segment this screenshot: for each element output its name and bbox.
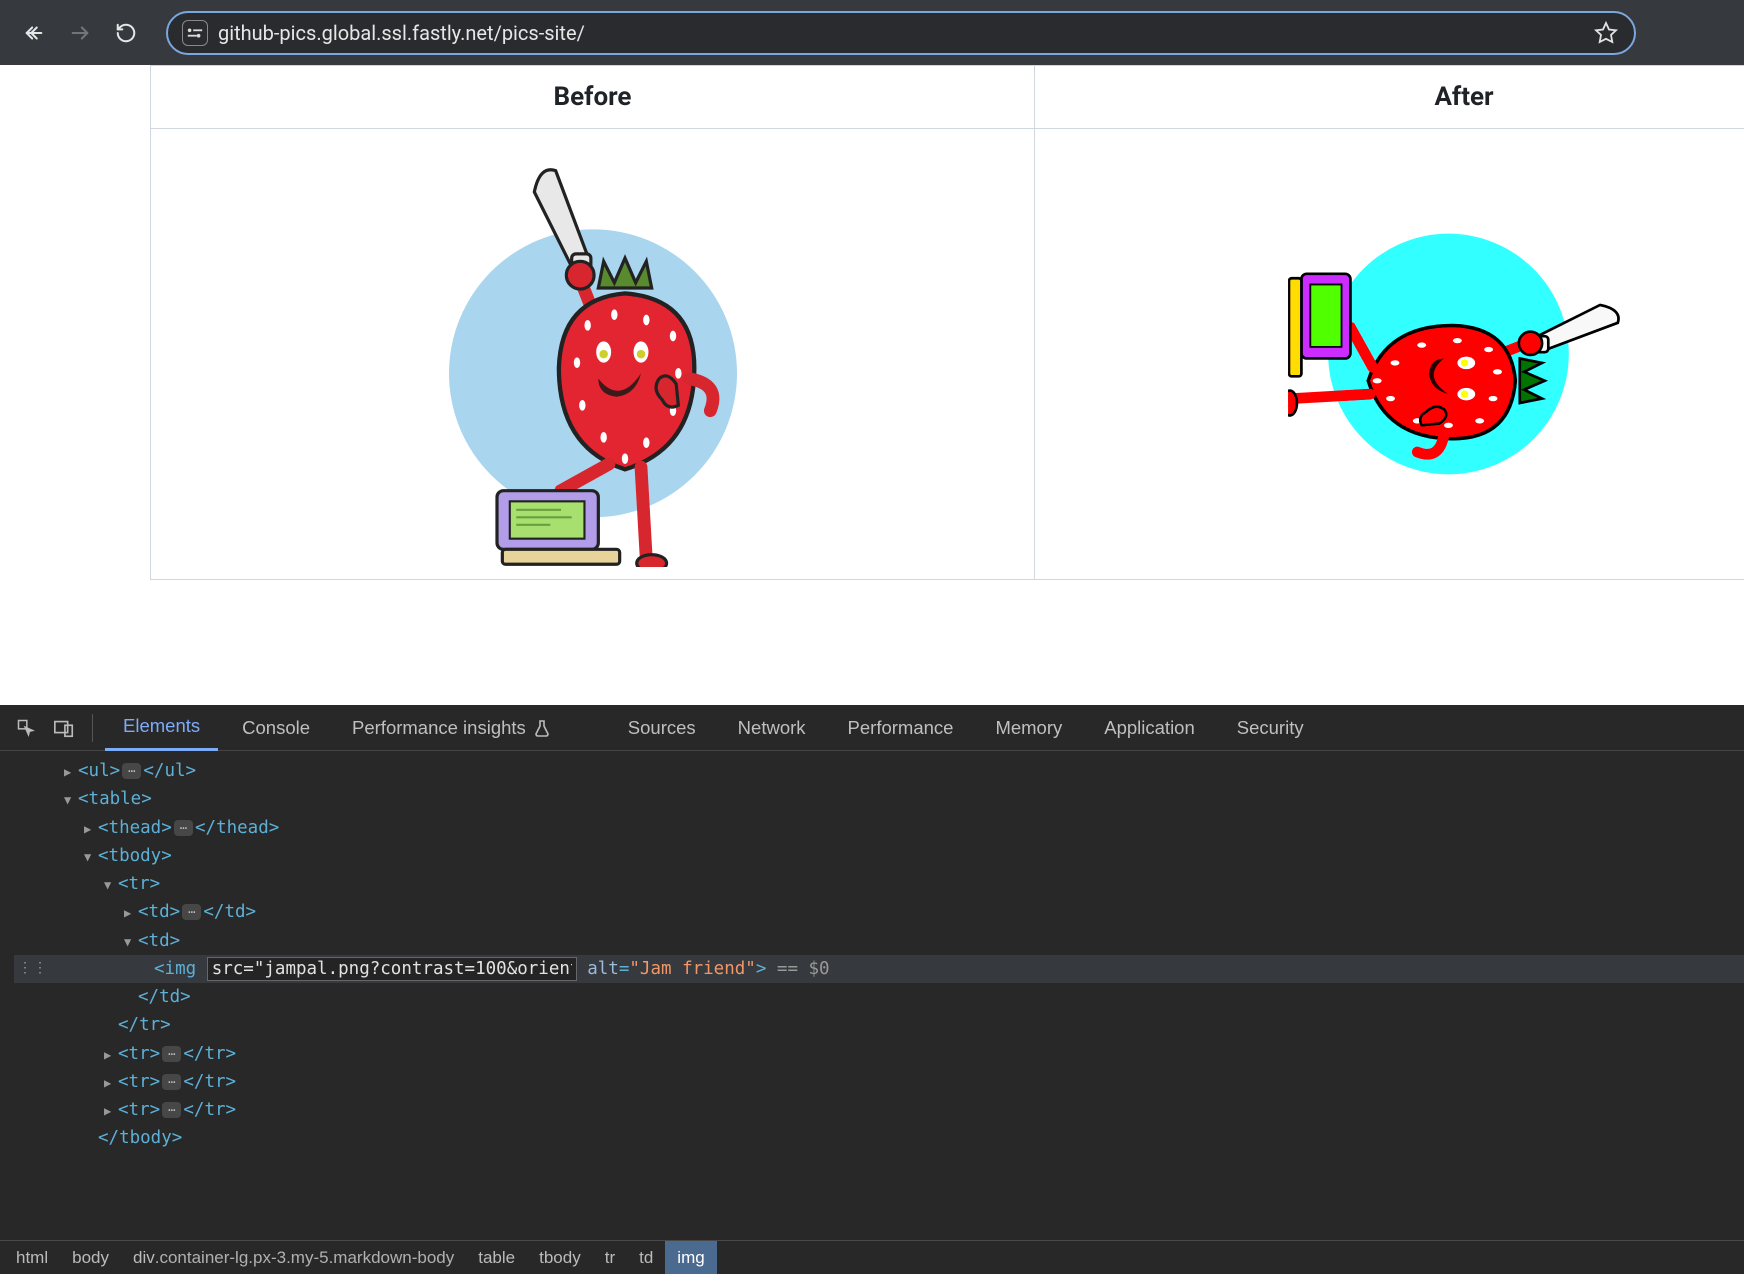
address-bar[interactable]: github-pics.global.ssl.fastly.net/pics-s… [166, 11, 1636, 55]
crumb-body[interactable]: body [60, 1241, 121, 1274]
breadcrumbs: html body div.container-lg.px-3.my-5.mar… [0, 1240, 1744, 1274]
inspect-icon[interactable] [10, 712, 42, 744]
crumb-tr[interactable]: tr [593, 1241, 627, 1274]
tab-memory[interactable]: Memory [977, 705, 1080, 751]
crumb-tbody[interactable]: tbody [527, 1241, 593, 1274]
after-image-cell [1035, 129, 1744, 580]
tree-node-img-selected[interactable]: ⋮⋮ <img alt="Jam friend"> == $0 [14, 955, 1744, 983]
tab-security[interactable]: Security [1219, 705, 1322, 751]
page-content: Before After [0, 65, 1744, 705]
tree-node-tbody[interactable]: ▼<tbody> [14, 842, 1744, 870]
devtools-toolbar: Elements Console Performance insights So… [0, 705, 1744, 751]
tree-node-ul[interactable]: ▶<ul>⋯</ul> [14, 757, 1744, 785]
bookmark-star-icon[interactable] [1592, 19, 1620, 47]
back-button[interactable] [18, 17, 50, 49]
elements-tree[interactable]: ▶<ul>⋯</ul> ▼<table> ▶<thead>⋯</thead> ▼… [0, 751, 1744, 1240]
separator [92, 714, 93, 742]
strawberry-before-image [433, 137, 753, 567]
device-toggle-icon[interactable] [48, 712, 80, 744]
tab-performance[interactable]: Performance [830, 705, 972, 751]
devtools: Elements Console Performance insights So… [0, 705, 1744, 1274]
url-text[interactable]: github-pics.global.ssl.fastly.net/pics-s… [218, 21, 1582, 45]
crumb-html[interactable]: html [4, 1241, 60, 1274]
tree-node-td-close[interactable]: </td> [14, 983, 1744, 1011]
tree-node-tr-close[interactable]: </tr> [14, 1011, 1744, 1039]
tree-node-thead[interactable]: ▶<thead>⋯</thead> [14, 814, 1744, 842]
tab-network[interactable]: Network [720, 705, 824, 751]
tab-console[interactable]: Console [224, 705, 328, 751]
tree-node-tr4[interactable]: ▶<tr>⋯</tr> [14, 1096, 1744, 1124]
before-image-cell [151, 129, 1035, 580]
tree-node-td-open[interactable]: ▼<td> [14, 927, 1744, 955]
tab-sources[interactable]: Sources [610, 705, 714, 751]
reload-button[interactable] [110, 17, 142, 49]
comparison-table: Before After [150, 65, 1744, 580]
tree-node-tr[interactable]: ▼<tr> [14, 870, 1744, 898]
flask-icon [534, 719, 550, 737]
tab-elements[interactable]: Elements [105, 705, 218, 751]
crumb-table[interactable]: table [466, 1241, 527, 1274]
tree-node-td-collapsed[interactable]: ▶<td>⋯</td> [14, 898, 1744, 926]
site-settings-icon[interactable] [182, 20, 208, 46]
img-src-edit-input[interactable] [207, 957, 577, 981]
tree-node-tr2[interactable]: ▶<tr>⋯</tr> [14, 1040, 1744, 1068]
tree-node-tr3[interactable]: ▶<tr>⋯</tr> [14, 1068, 1744, 1096]
crumb-div[interactable]: div.container-lg.px-3.my-5.markdown-body [121, 1241, 466, 1274]
forward-button[interactable] [64, 17, 96, 49]
strawberry-after-image [1288, 176, 1645, 533]
crumb-td[interactable]: td [627, 1241, 665, 1274]
tree-node-tbody-close[interactable]: </tbody> [14, 1124, 1744, 1152]
tab-performance-insights[interactable]: Performance insights [334, 705, 568, 751]
crumb-img[interactable]: img [665, 1241, 716, 1274]
before-header: Before [151, 66, 1035, 129]
after-header: After [1035, 66, 1744, 129]
tab-application[interactable]: Application [1086, 705, 1213, 751]
gutter-dots-icon[interactable]: ⋮⋮ [18, 958, 48, 979]
browser-toolbar: github-pics.global.ssl.fastly.net/pics-s… [0, 0, 1744, 65]
tree-node-table[interactable]: ▼<table> [14, 785, 1744, 813]
